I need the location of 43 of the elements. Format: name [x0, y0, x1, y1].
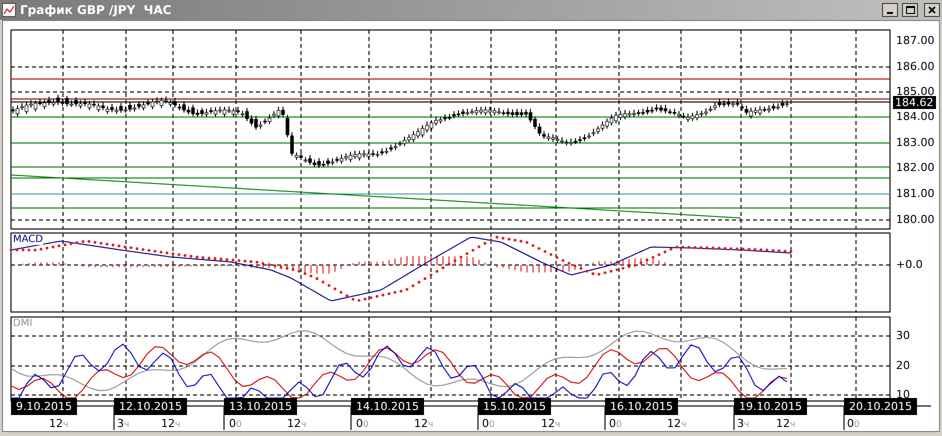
price-axis-label: 182.00 [896, 162, 934, 173]
maximize-button[interactable] [902, 3, 918, 17]
price-axis-label: 180.00 [896, 214, 934, 225]
date-label: 19.10.2015 [734, 398, 807, 415]
chart-icon [2, 3, 16, 17]
price-axis-label: 183.00 [896, 137, 934, 148]
date-label: 12.10.2015 [114, 398, 187, 415]
price-axis-label: 181.00 [896, 188, 934, 199]
hour-label: 3ч [737, 418, 750, 430]
close-button[interactable] [924, 3, 940, 17]
hour-label: 12ч [414, 418, 434, 430]
hour-label: 3ч [117, 418, 130, 430]
price-axis-label: 185.00 [896, 86, 934, 97]
price-axis-label: 186.00 [896, 61, 934, 72]
hour-label: 00 [356, 418, 369, 430]
date-label: 20.10.2015 [844, 398, 917, 415]
last-price-label: 184.62 [893, 96, 936, 109]
macd-axis-label: +0.0 [896, 259, 923, 270]
hour-label: 00 [609, 418, 622, 430]
close-icon [928, 6, 936, 14]
dmi-axis-label: 20 [896, 360, 910, 371]
date-label: 14.10.2015 [351, 398, 424, 415]
hour-label: 12ч [541, 418, 560, 430]
minimize-button[interactable] [882, 3, 898, 17]
hour-label: 12ч [49, 418, 68, 430]
price-axis-label: 187.00 [896, 35, 934, 46]
hour-label: 12ч [287, 418, 306, 430]
date-label: 13.10.2015 [224, 398, 297, 415]
date-label: 9.10.2015 [11, 398, 77, 415]
date-label: 16.10.2015 [605, 398, 678, 415]
hour-label: 12ч [776, 418, 796, 430]
hour-label: 00 [847, 418, 860, 430]
price-axis-label: 184.00 [896, 111, 934, 122]
date-label: 15.10.2015 [478, 398, 551, 415]
window-title: График GBP /JPY ЧАС [20, 2, 172, 19]
dmi-axis-label: 10 [896, 389, 910, 400]
hour-label: 12ч [667, 418, 686, 430]
dmi-title: DMI [13, 319, 32, 329]
dmi-axis-label: 30 [896, 330, 910, 341]
hour-label: 00 [482, 418, 495, 430]
macd-title: MACD [13, 235, 43, 245]
hour-label: 00 [229, 418, 242, 430]
hour-label: 12ч [161, 418, 180, 430]
